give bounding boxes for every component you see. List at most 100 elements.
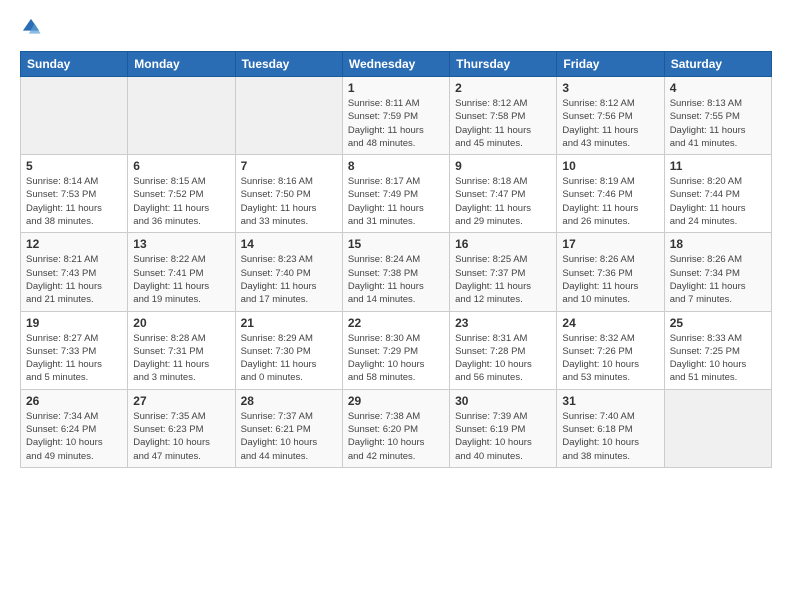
day-number: 20 xyxy=(133,316,229,330)
day-info: Sunrise: 7:40 AM Sunset: 6:18 PM Dayligh… xyxy=(562,410,658,463)
calendar-cell: 26Sunrise: 7:34 AM Sunset: 6:24 PM Dayli… xyxy=(21,389,128,467)
day-number: 5 xyxy=(26,159,122,173)
calendar-cell: 1 Sunrise: 8:11 AM Sunset: 7:59 PM Daylig… xyxy=(342,77,449,155)
calendar-cell: 7 Sunrise: 8:16 AM Sunset: 7:50 PM Daylig… xyxy=(235,155,342,233)
day-number: 25 xyxy=(670,316,766,330)
calendar-cell: 18 Sunrise: 8:26 AM Sunset: 7:34 PM Dayli… xyxy=(664,233,771,311)
calendar-cell: 27 Sunrise: 7:35 AM Sunset: 6:23 PM Dayli… xyxy=(128,389,235,467)
calendar-cell: 31 Sunrise: 7:40 AM Sunset: 6:18 PM Dayli… xyxy=(557,389,664,467)
day-info: Sunrise: 7:35 AM Sunset: 6:23 PM Dayligh… xyxy=(133,410,229,463)
day-info: Sunrise: 8:27 AM Sunset: 7:33 PM Dayligh… xyxy=(26,332,122,385)
day-number: 6 xyxy=(133,159,229,173)
day-info: Sunrise: 8:24 AM Sunset: 7:38 PM Dayligh… xyxy=(348,253,444,306)
logo xyxy=(20,16,46,43)
calendar-cell: 13 Sunrise: 8:22 AM Sunset: 7:41 PM Dayli… xyxy=(128,233,235,311)
day-number: 26 xyxy=(26,394,122,408)
calendar-cell: 15 Sunrise: 8:24 AM Sunset: 7:38 PM Dayli… xyxy=(342,233,449,311)
logo-icon xyxy=(20,16,42,38)
calendar-cell: 17Sunrise: 8:26 AM Sunset: 7:36 PM Dayli… xyxy=(557,233,664,311)
day-number: 14 xyxy=(241,237,337,251)
day-info: Sunrise: 8:33 AM Sunset: 7:25 PM Dayligh… xyxy=(670,332,766,385)
day-info: Sunrise: 8:18 AM Sunset: 7:47 PM Dayligh… xyxy=(455,175,551,228)
weekday-header: Friday xyxy=(557,52,664,77)
day-number: 1 xyxy=(348,81,444,95)
calendar-cell: 8Sunrise: 8:17 AM Sunset: 7:49 PM Daylig… xyxy=(342,155,449,233)
calendar-cell xyxy=(21,77,128,155)
day-info: Sunrise: 8:28 AM Sunset: 7:31 PM Dayligh… xyxy=(133,332,229,385)
day-info: Sunrise: 8:30 AM Sunset: 7:29 PM Dayligh… xyxy=(348,332,444,385)
day-number: 12 xyxy=(26,237,122,251)
day-number: 19 xyxy=(26,316,122,330)
day-number: 15 xyxy=(348,237,444,251)
day-number: 13 xyxy=(133,237,229,251)
day-info: Sunrise: 8:12 AM Sunset: 7:58 PM Dayligh… xyxy=(455,97,551,150)
weekday-header: Saturday xyxy=(664,52,771,77)
calendar-week-row: 12 Sunrise: 8:21 AM Sunset: 7:43 PM Dayli… xyxy=(21,233,772,311)
calendar-cell: 6 Sunrise: 8:15 AM Sunset: 7:52 PM Daylig… xyxy=(128,155,235,233)
day-info: Sunrise: 8:17 AM Sunset: 7:49 PM Dayligh… xyxy=(348,175,444,228)
day-info: Sunrise: 7:39 AM Sunset: 6:19 PM Dayligh… xyxy=(455,410,551,463)
calendar-cell: 5 Sunrise: 8:14 AM Sunset: 7:53 PM Daylig… xyxy=(21,155,128,233)
day-number: 27 xyxy=(133,394,229,408)
weekday-header: Monday xyxy=(128,52,235,77)
day-info: Sunrise: 8:16 AM Sunset: 7:50 PM Dayligh… xyxy=(241,175,337,228)
calendar-cell: 29 Sunrise: 7:38 AM Sunset: 6:20 PM Dayli… xyxy=(342,389,449,467)
day-number: 29 xyxy=(348,394,444,408)
calendar-cell: 16 Sunrise: 8:25 AM Sunset: 7:37 PM Dayli… xyxy=(450,233,557,311)
day-number: 11 xyxy=(670,159,766,173)
calendar-week-row: 5 Sunrise: 8:14 AM Sunset: 7:53 PM Daylig… xyxy=(21,155,772,233)
calendar-cell: 25 Sunrise: 8:33 AM Sunset: 7:25 PM Dayli… xyxy=(664,311,771,389)
day-info: Sunrise: 7:38 AM Sunset: 6:20 PM Dayligh… xyxy=(348,410,444,463)
calendar-week-row: 1 Sunrise: 8:11 AM Sunset: 7:59 PM Daylig… xyxy=(21,77,772,155)
calendar-cell: 20 Sunrise: 8:28 AM Sunset: 7:31 PM Dayli… xyxy=(128,311,235,389)
calendar-cell: 30 Sunrise: 7:39 AM Sunset: 6:19 PM Dayli… xyxy=(450,389,557,467)
day-info: Sunrise: 8:21 AM Sunset: 7:43 PM Dayligh… xyxy=(26,253,122,306)
day-info: Sunrise: 8:31 AM Sunset: 7:28 PM Dayligh… xyxy=(455,332,551,385)
day-number: 17 xyxy=(562,237,658,251)
calendar: SundayMondayTuesdayWednesdayThursdayFrid… xyxy=(20,51,772,468)
weekday-header: Thursday xyxy=(450,52,557,77)
weekday-header: Wednesday xyxy=(342,52,449,77)
day-number: 30 xyxy=(455,394,551,408)
calendar-cell: 11 Sunrise: 8:20 AM Sunset: 7:44 PM Dayli… xyxy=(664,155,771,233)
page-header xyxy=(20,16,772,43)
day-info: Sunrise: 8:11 AM Sunset: 7:59 PM Dayligh… xyxy=(348,97,444,150)
day-number: 7 xyxy=(241,159,337,173)
weekday-header: Tuesday xyxy=(235,52,342,77)
day-info: Sunrise: 8:14 AM Sunset: 7:53 PM Dayligh… xyxy=(26,175,122,228)
day-info: Sunrise: 8:26 AM Sunset: 7:34 PM Dayligh… xyxy=(670,253,766,306)
day-info: Sunrise: 8:12 AM Sunset: 7:56 PM Dayligh… xyxy=(562,97,658,150)
calendar-cell xyxy=(664,389,771,467)
day-info: Sunrise: 7:37 AM Sunset: 6:21 PM Dayligh… xyxy=(241,410,337,463)
calendar-cell xyxy=(235,77,342,155)
day-number: 31 xyxy=(562,394,658,408)
day-number: 2 xyxy=(455,81,551,95)
calendar-cell xyxy=(128,77,235,155)
day-info: Sunrise: 8:20 AM Sunset: 7:44 PM Dayligh… xyxy=(670,175,766,228)
day-number: 22 xyxy=(348,316,444,330)
calendar-week-row: 26Sunrise: 7:34 AM Sunset: 6:24 PM Dayli… xyxy=(21,389,772,467)
calendar-cell: 4 Sunrise: 8:13 AM Sunset: 7:55 PM Daylig… xyxy=(664,77,771,155)
weekday-header: Sunday xyxy=(21,52,128,77)
day-number: 4 xyxy=(670,81,766,95)
day-info: Sunrise: 8:19 AM Sunset: 7:46 PM Dayligh… xyxy=(562,175,658,228)
day-number: 18 xyxy=(670,237,766,251)
day-info: Sunrise: 8:23 AM Sunset: 7:40 PM Dayligh… xyxy=(241,253,337,306)
calendar-cell: 14 Sunrise: 8:23 AM Sunset: 7:40 PM Dayli… xyxy=(235,233,342,311)
day-info: Sunrise: 8:15 AM Sunset: 7:52 PM Dayligh… xyxy=(133,175,229,228)
calendar-cell: 23Sunrise: 8:31 AM Sunset: 7:28 PM Dayli… xyxy=(450,311,557,389)
calendar-cell: 3Sunrise: 8:12 AM Sunset: 7:56 PM Daylig… xyxy=(557,77,664,155)
calendar-cell: 22 Sunrise: 8:30 AM Sunset: 7:29 PM Dayli… xyxy=(342,311,449,389)
day-info: Sunrise: 8:25 AM Sunset: 7:37 PM Dayligh… xyxy=(455,253,551,306)
calendar-cell: 9Sunrise: 8:18 AM Sunset: 7:47 PM Daylig… xyxy=(450,155,557,233)
day-number: 16 xyxy=(455,237,551,251)
calendar-cell: 28Sunrise: 7:37 AM Sunset: 6:21 PM Dayli… xyxy=(235,389,342,467)
day-number: 21 xyxy=(241,316,337,330)
day-info: Sunrise: 8:22 AM Sunset: 7:41 PM Dayligh… xyxy=(133,253,229,306)
calendar-week-row: 19 Sunrise: 8:27 AM Sunset: 7:33 PM Dayli… xyxy=(21,311,772,389)
calendar-cell: 10 Sunrise: 8:19 AM Sunset: 7:46 PM Dayli… xyxy=(557,155,664,233)
day-info: Sunrise: 8:13 AM Sunset: 7:55 PM Dayligh… xyxy=(670,97,766,150)
calendar-cell: 19 Sunrise: 8:27 AM Sunset: 7:33 PM Dayli… xyxy=(21,311,128,389)
calendar-cell: 21Sunrise: 8:29 AM Sunset: 7:30 PM Dayli… xyxy=(235,311,342,389)
day-number: 10 xyxy=(562,159,658,173)
